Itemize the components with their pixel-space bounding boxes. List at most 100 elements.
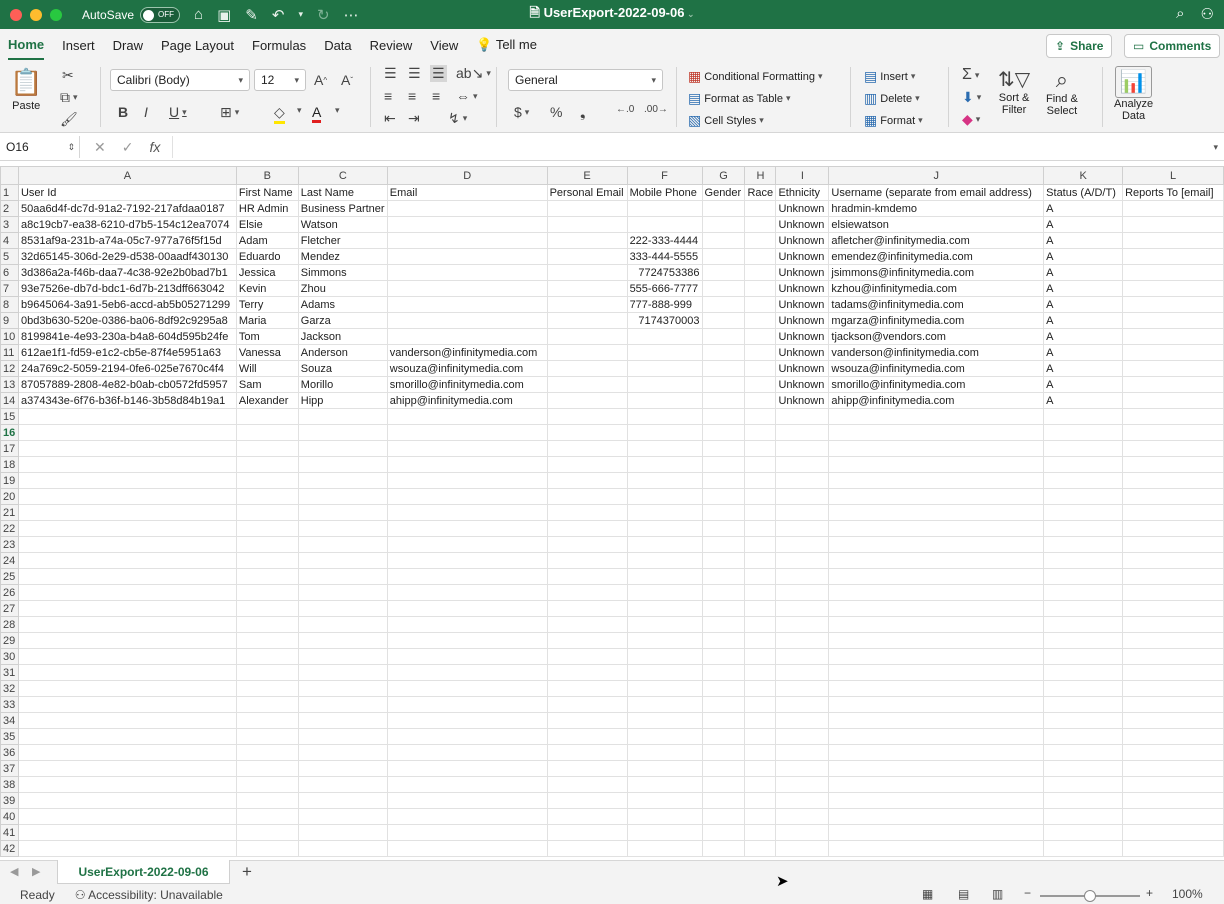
cell[interactable]: b9645064-3a91-5eb6-accd-ab5b05271299 <box>17 296 237 313</box>
cell[interactable] <box>626 632 703 649</box>
cell[interactable] <box>297 648 388 665</box>
cell[interactable] <box>744 600 777 617</box>
cell[interactable] <box>297 744 388 761</box>
cell[interactable] <box>775 408 830 425</box>
cell[interactable] <box>775 760 830 777</box>
cell[interactable] <box>1122 648 1224 665</box>
cell[interactable] <box>744 728 777 745</box>
cell[interactable] <box>744 712 777 729</box>
cell[interactable] <box>297 504 388 521</box>
cell[interactable] <box>1043 504 1124 521</box>
cell[interactable] <box>546 776 628 793</box>
row-header[interactable]: 36 <box>0 744 19 761</box>
row-header[interactable]: 29 <box>0 632 19 649</box>
cell[interactable]: Last Name <box>297 184 388 201</box>
cell[interactable]: Unknown <box>775 360 830 377</box>
cell[interactable] <box>701 456 746 473</box>
cell[interactable] <box>744 440 777 457</box>
cell[interactable] <box>546 584 628 601</box>
cell[interactable] <box>546 472 628 489</box>
cell[interactable] <box>701 824 746 841</box>
cell[interactable] <box>386 808 548 825</box>
cell[interactable] <box>1043 536 1124 553</box>
cell[interactable] <box>744 536 777 553</box>
row-header[interactable]: 8 <box>0 296 19 313</box>
cell[interactable] <box>775 648 830 665</box>
cell[interactable] <box>546 712 628 729</box>
column-header[interactable]: I <box>775 166 830 185</box>
align-bottom-icon[interactable]: ☰ <box>430 65 447 82</box>
cell[interactable] <box>235 552 299 569</box>
cell[interactable]: 222-333-4444 <box>626 232 703 249</box>
font-name-dropdown[interactable]: Calibri (Body) ▾ <box>110 69 250 91</box>
cell[interactable] <box>1122 200 1224 217</box>
cell[interactable] <box>386 408 548 425</box>
cell[interactable]: Vanessa <box>235 344 299 361</box>
cell[interactable] <box>386 568 548 585</box>
cell[interactable] <box>1122 424 1224 441</box>
cell[interactable] <box>701 424 746 441</box>
cell[interactable]: Will <box>235 360 299 377</box>
cell[interactable] <box>546 840 628 857</box>
cell[interactable] <box>701 792 746 809</box>
cell[interactable] <box>744 568 777 585</box>
wrap-text-icon[interactable]: ↯ ▾ <box>448 110 467 127</box>
autosave-toggle[interactable]: OFF <box>140 6 181 23</box>
cell[interactable]: Unknown <box>775 280 830 297</box>
cell[interactable] <box>744 472 777 489</box>
cell[interactable] <box>775 520 830 537</box>
cell[interactable] <box>1043 648 1124 665</box>
cell[interactable]: Fletcher <box>297 232 388 249</box>
autosum-icon[interactable]: Σ ▾ <box>962 66 979 84</box>
cell[interactable]: wsouza@infinitymedia.com <box>386 360 548 377</box>
cell[interactable] <box>17 824 237 841</box>
cell[interactable] <box>297 840 388 857</box>
fill-icon[interactable]: ⬇ ▾ <box>962 89 981 106</box>
cell[interactable] <box>17 776 237 793</box>
cell[interactable] <box>775 472 830 489</box>
column-header[interactable]: C <box>297 166 388 185</box>
add-sheet-icon[interactable]: + <box>242 862 252 882</box>
row-header[interactable]: 23 <box>0 536 19 553</box>
align-right-icon[interactable]: ≡ <box>432 88 440 104</box>
cell[interactable] <box>744 680 777 697</box>
cell[interactable] <box>744 840 777 857</box>
zoom-window-button[interactable] <box>50 8 62 21</box>
cell[interactable] <box>1043 552 1124 569</box>
comments-button[interactable]: ▭ Comments <box>1124 34 1221 58</box>
cell[interactable] <box>744 424 777 441</box>
row-header[interactable]: 22 <box>0 520 19 537</box>
cell[interactable] <box>386 488 548 505</box>
row-header[interactable]: 7 <box>0 280 19 297</box>
cell[interactable] <box>626 664 703 681</box>
column-header[interactable]: B <box>235 166 299 185</box>
cell[interactable] <box>235 760 299 777</box>
cell[interactable] <box>297 472 388 489</box>
cell[interactable] <box>297 664 388 681</box>
cell[interactable]: HR Admin <box>235 200 299 217</box>
cell[interactable] <box>297 696 388 713</box>
cell[interactable] <box>828 456 1045 473</box>
row-header[interactable]: 31 <box>0 664 19 681</box>
cell[interactable] <box>235 712 299 729</box>
cell[interactable]: 3d386a2a-f46b-daa7-4c38-92e2b0bad7b1 <box>17 264 237 281</box>
cell[interactable] <box>17 616 237 633</box>
zoom-in-icon[interactable]: + <box>1146 886 1153 900</box>
cell[interactable] <box>297 824 388 841</box>
cell[interactable] <box>744 776 777 793</box>
cell[interactable] <box>775 584 830 601</box>
cell[interactable] <box>828 680 1045 697</box>
cell[interactable] <box>1043 840 1124 857</box>
cell[interactable]: 777-888-999 <box>626 296 703 313</box>
cell[interactable] <box>701 504 746 521</box>
cell[interactable] <box>828 600 1045 617</box>
cell[interactable]: 93e7526e-db7d-bdc1-6d7b-213dff663042 <box>17 280 237 297</box>
row-header[interactable]: 2 <box>0 200 19 217</box>
copy-icon[interactable]: ⧉ ▾ <box>60 89 78 106</box>
cell[interactable] <box>1043 600 1124 617</box>
cell[interactable] <box>744 616 777 633</box>
chevron-down-icon[interactable]: ⌄ <box>684 9 695 19</box>
cell[interactable] <box>744 200 777 217</box>
cell[interactable]: Maria <box>235 312 299 329</box>
row-header[interactable]: 9 <box>0 312 19 329</box>
